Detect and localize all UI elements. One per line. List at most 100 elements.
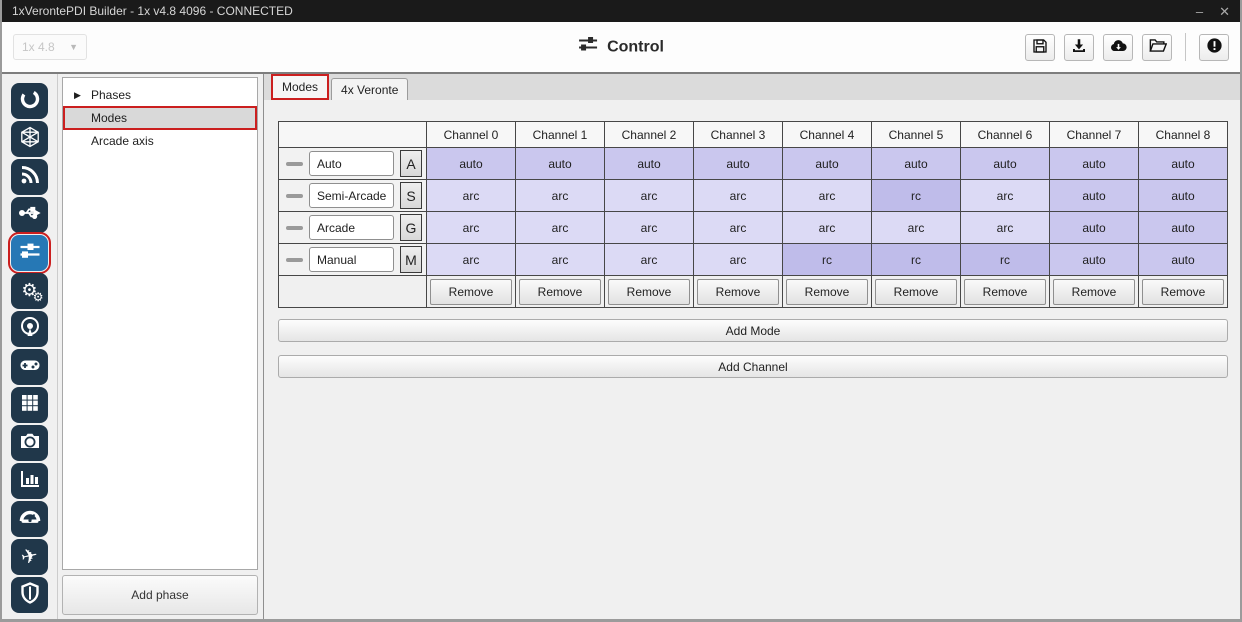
- remove-cell-4: Remove: [783, 276, 872, 308]
- sidebar-item-gauge[interactable]: [11, 501, 48, 537]
- mode-cell-r0-c4[interactable]: auto: [783, 148, 872, 180]
- mode-name-input[interactable]: [309, 247, 394, 272]
- tree-item-phases[interactable]: ▶Phases: [63, 84, 257, 106]
- drag-handle[interactable]: [286, 194, 303, 198]
- sidebar-item-usb[interactable]: [11, 197, 48, 233]
- mode-cell-r0-c1[interactable]: auto: [516, 148, 605, 180]
- sidebar-item-grid[interactable]: [11, 387, 48, 423]
- title-bar: 1xVerontePDI Builder - 1x v4.8 4096 - CO…: [2, 0, 1240, 22]
- mode-cell-r2-c2[interactable]: arc: [605, 212, 694, 244]
- sidebar-item-gamepad[interactable]: [11, 349, 48, 385]
- minimize-button[interactable]: –: [1196, 5, 1203, 18]
- mode-cell-r3-c4[interactable]: rc: [783, 244, 872, 276]
- channel-header-row: Channel 0Channel 1Channel 2Channel 3Chan…: [279, 122, 1228, 148]
- remove-channel-7-button[interactable]: Remove: [1053, 279, 1135, 305]
- mode-cell-r0-c0[interactable]: auto: [427, 148, 516, 180]
- mode-cell-r2-c7[interactable]: auto: [1050, 212, 1139, 244]
- tree-item-modes[interactable]: Modes: [63, 106, 257, 130]
- mode-cell-r0-c7[interactable]: auto: [1050, 148, 1139, 180]
- expand-arrow-icon[interactable]: ▶: [74, 90, 91, 101]
- remove-cell-2: Remove: [605, 276, 694, 308]
- alert-button[interactable]: [1199, 34, 1229, 61]
- mode-cell-r0-c2[interactable]: auto: [605, 148, 694, 180]
- mode-cell-r2-c1[interactable]: arc: [516, 212, 605, 244]
- mode-cell-r3-c6[interactable]: rc: [961, 244, 1050, 276]
- tab-4x-veronte[interactable]: 4x Veronte: [331, 78, 408, 100]
- bar-chart-icon: [18, 467, 42, 496]
- mode-key-button[interactable]: M: [400, 246, 422, 273]
- mode-key-button[interactable]: S: [400, 182, 422, 209]
- sidebar-item-control-sliders[interactable]: [11, 235, 48, 271]
- remove-channel-8-button[interactable]: Remove: [1142, 279, 1224, 305]
- mode-cell-r2-c5[interactable]: arc: [872, 212, 961, 244]
- mode-key-button[interactable]: G: [400, 214, 422, 241]
- page-title-label: Control: [607, 38, 664, 56]
- version-dropdown[interactable]: 1x 4.8 ▼: [13, 34, 87, 60]
- mode-name-input[interactable]: [309, 215, 394, 240]
- sidebar-item-shield[interactable]: [11, 577, 48, 613]
- sidebar-item-bar-chart[interactable]: [11, 463, 48, 499]
- tab-modes[interactable]: Modes: [271, 74, 329, 100]
- mode-cell-r1-c6[interactable]: arc: [961, 180, 1050, 212]
- sidebar-item-radio-beacon[interactable]: [11, 311, 48, 347]
- mode-name-input[interactable]: [309, 151, 394, 176]
- mode-cell-r2-c4[interactable]: arc: [783, 212, 872, 244]
- mode-cell-r0-c3[interactable]: auto: [694, 148, 783, 180]
- mode-cell-r3-c1[interactable]: arc: [516, 244, 605, 276]
- tree-item-arcade-axis[interactable]: Arcade axis: [63, 130, 257, 152]
- save-icon: [1031, 37, 1049, 58]
- open-folder-button[interactable]: [1142, 34, 1172, 61]
- remove-channel-5-button[interactable]: Remove: [875, 279, 957, 305]
- mode-cell-r3-c0[interactable]: arc: [427, 244, 516, 276]
- mode-cell-r0-c6[interactable]: auto: [961, 148, 1050, 180]
- add-phase-button[interactable]: Add phase: [62, 575, 258, 615]
- mode-cell-r3-c2[interactable]: arc: [605, 244, 694, 276]
- add-channel-button[interactable]: Add Channel: [278, 355, 1228, 378]
- close-button[interactable]: ✕: [1219, 5, 1230, 18]
- sidebar-item-camera[interactable]: [11, 425, 48, 461]
- sidebar-item-telemetry[interactable]: [11, 159, 48, 195]
- mode-cell-r1-c8[interactable]: auto: [1139, 180, 1228, 212]
- mode-cell-r1-c4[interactable]: arc: [783, 180, 872, 212]
- mode-cell-r1-c7[interactable]: auto: [1050, 180, 1139, 212]
- mode-key-button[interactable]: A: [400, 150, 422, 177]
- drag-handle[interactable]: [286, 258, 303, 262]
- mode-cell-r1-c2[interactable]: arc: [605, 180, 694, 212]
- mode-cell-r2-c6[interactable]: arc: [961, 212, 1050, 244]
- mode-cell-r0-c5[interactable]: auto: [872, 148, 961, 180]
- mode-cell-r3-c3[interactable]: arc: [694, 244, 783, 276]
- mode-cell-r3-c8[interactable]: auto: [1139, 244, 1228, 276]
- remove-channel-6-button[interactable]: Remove: [964, 279, 1046, 305]
- mode-cell-r1-c0[interactable]: arc: [427, 180, 516, 212]
- mode-cell-r3-c7[interactable]: auto: [1050, 244, 1139, 276]
- mode-name-input[interactable]: [309, 183, 394, 208]
- remove-channel-4-button[interactable]: Remove: [786, 279, 868, 305]
- mode-cell-r1-c1[interactable]: arc: [516, 180, 605, 212]
- drag-handle[interactable]: [286, 226, 303, 230]
- mode-name-cell: G: [279, 212, 427, 244]
- remove-channel-0-button[interactable]: Remove: [430, 279, 512, 305]
- sidebar-item-plane[interactable]: ✈: [11, 539, 48, 575]
- mode-cell-r2-c8[interactable]: auto: [1139, 212, 1228, 244]
- channel-header-4: Channel 4: [783, 122, 872, 148]
- add-mode-button[interactable]: Add Mode: [278, 319, 1228, 342]
- download-button[interactable]: [1064, 34, 1094, 61]
- drag-handle[interactable]: [286, 162, 303, 166]
- tab-bar: Modes4x Veronte: [264, 74, 1242, 100]
- sidebar-item-mesh-sphere[interactable]: [11, 121, 48, 157]
- table-corner-cell: [279, 122, 427, 148]
- mode-cell-r3-c5[interactable]: rc: [872, 244, 961, 276]
- sidebar-item-gears[interactable]: ⚙⚙: [11, 273, 48, 309]
- remove-channel-1-button[interactable]: Remove: [519, 279, 601, 305]
- sidebar-item-power-ring[interactable]: [11, 83, 48, 119]
- cloud-download-button[interactable]: [1103, 34, 1133, 61]
- remove-channel-3-button[interactable]: Remove: [697, 279, 779, 305]
- mode-cell-r2-c3[interactable]: arc: [694, 212, 783, 244]
- toolbar: 1x 4.8 ▼ Control: [2, 22, 1240, 74]
- mode-cell-r1-c5[interactable]: rc: [872, 180, 961, 212]
- mode-cell-r2-c0[interactable]: arc: [427, 212, 516, 244]
- save-button[interactable]: [1025, 34, 1055, 61]
- remove-channel-2-button[interactable]: Remove: [608, 279, 690, 305]
- mode-cell-r0-c8[interactable]: auto: [1139, 148, 1228, 180]
- mode-cell-r1-c3[interactable]: arc: [694, 180, 783, 212]
